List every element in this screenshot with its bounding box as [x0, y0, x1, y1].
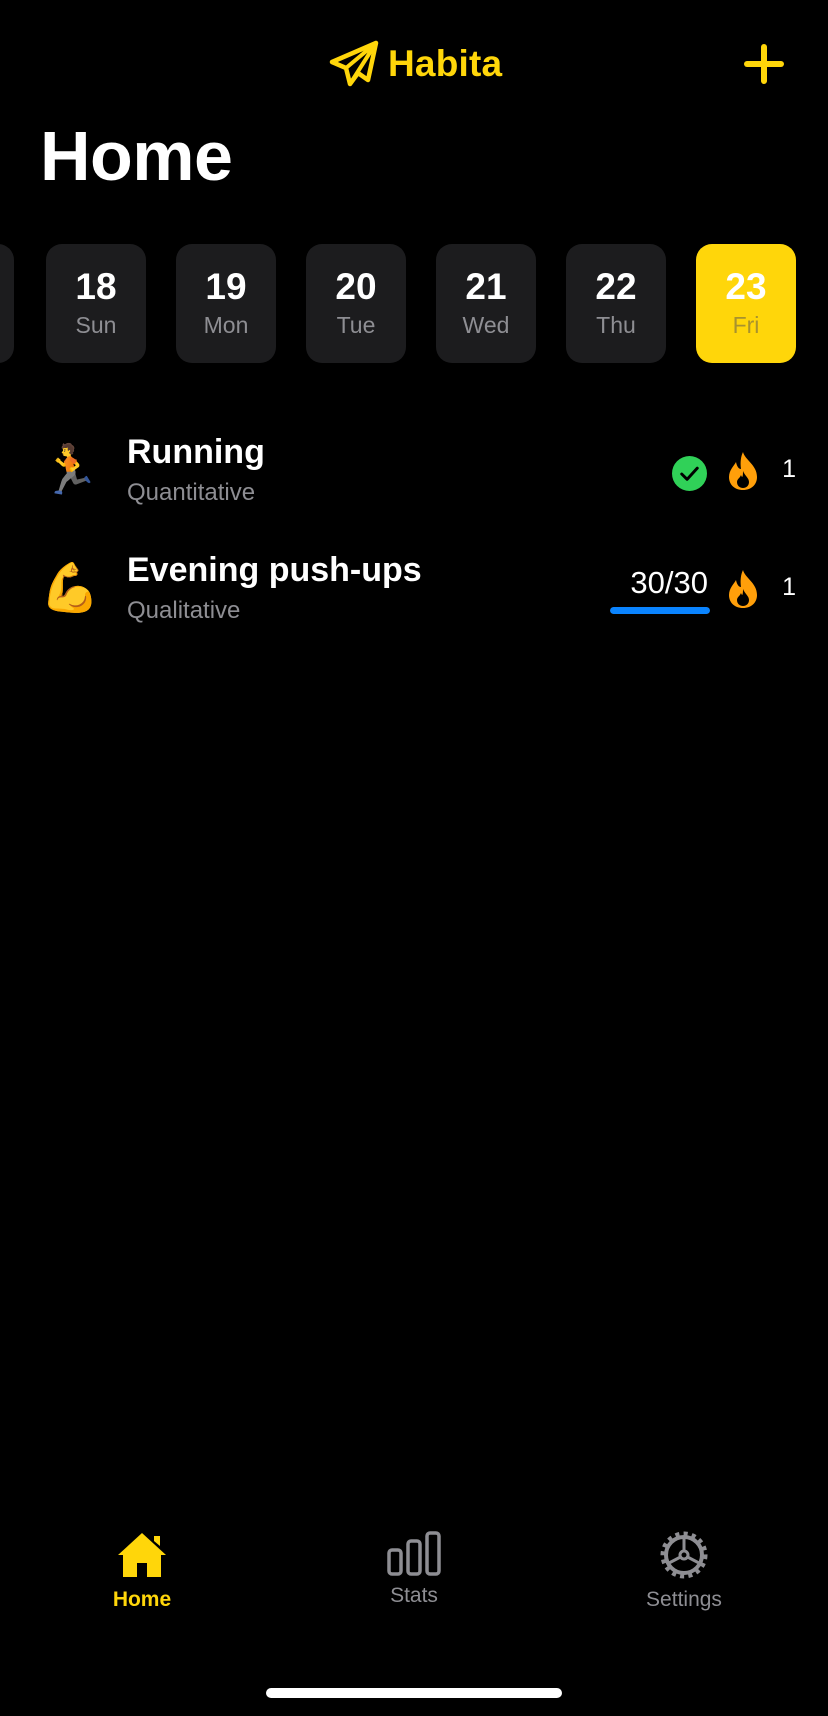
habit-type: Qualitative: [127, 597, 241, 624]
app-name: Habita: [388, 43, 503, 84]
date-cell-23-selected[interactable]: 23 Fri: [696, 244, 796, 363]
date-weekday: Wed: [462, 312, 510, 338]
habit-row-running[interactable]: 🏃 Running Quantitative 1: [0, 421, 828, 521]
tab-bar: Home Stats Settings: [0, 1530, 828, 1650]
date-weekday: Tue: [336, 312, 376, 338]
habit-row-evening-push-ups[interactable]: 💪 Evening push-ups Qualitative 30/30 1: [0, 539, 828, 639]
date-number: 22: [595, 266, 637, 307]
date-cell-22[interactable]: 22 Thu: [566, 244, 666, 363]
paper-plane-icon: [329, 40, 379, 87]
tab-settings[interactable]: Settings: [584, 1530, 784, 1640]
flame-icon: [729, 570, 757, 608]
date-weekday: Mon: [203, 312, 249, 338]
date-number: 23: [725, 266, 767, 307]
habit-name: Running: [127, 433, 265, 471]
progress-bar: [610, 607, 710, 614]
habit-name: Evening push-ups: [127, 551, 422, 589]
streak-count: 1: [782, 455, 796, 483]
habit-type: Quantitative: [127, 479, 256, 506]
bar-chart-icon: [387, 1531, 441, 1576]
checkmark-circle-icon[interactable]: [672, 456, 707, 491]
house-icon: [118, 1533, 166, 1577]
tab-label: Home: [112, 1588, 172, 1611]
tab-stats[interactable]: Stats: [314, 1530, 514, 1640]
streak-count: 1: [782, 573, 796, 601]
date-number: 18: [75, 266, 117, 307]
date-cell-21[interactable]: 21 Wed: [436, 244, 536, 363]
page-title: Home: [40, 117, 233, 195]
date-number: 19: [205, 266, 247, 307]
date-cell-18[interactable]: 18 Sun: [46, 244, 146, 363]
date-number: 21: [465, 266, 507, 307]
flexed-biceps-emoji-icon: 💪: [40, 562, 100, 615]
date-weekday: Sun: [75, 312, 117, 338]
date-weekday: Fri: [732, 312, 760, 338]
date-weekday: Thu: [596, 312, 636, 338]
date-number: 20: [335, 266, 377, 307]
top-bar: Habita: [0, 0, 828, 130]
app-brand: Habita: [328, 38, 502, 90]
progress-bar-fill: [610, 607, 710, 614]
date-cell-17[interactable]: [0, 244, 14, 363]
date-strip: 18 Sun 19 Mon 20 Tue 21 Wed 22 Thu 23 Fr…: [0, 244, 828, 364]
progress-label: 30/30: [630, 565, 708, 600]
flame-icon: [729, 452, 757, 490]
tab-label: Stats: [390, 1584, 438, 1607]
tab-home[interactable]: Home: [42, 1530, 242, 1640]
gear-icon: [660, 1531, 708, 1579]
date-cell-19[interactable]: 19 Mon: [176, 244, 276, 363]
date-cell-20[interactable]: 20 Tue: [306, 244, 406, 363]
add-habit-button[interactable]: [744, 44, 784, 84]
tab-label: Settings: [646, 1588, 722, 1611]
home-indicator[interactable]: [266, 1688, 562, 1698]
running-emoji-icon: 🏃: [40, 444, 100, 497]
